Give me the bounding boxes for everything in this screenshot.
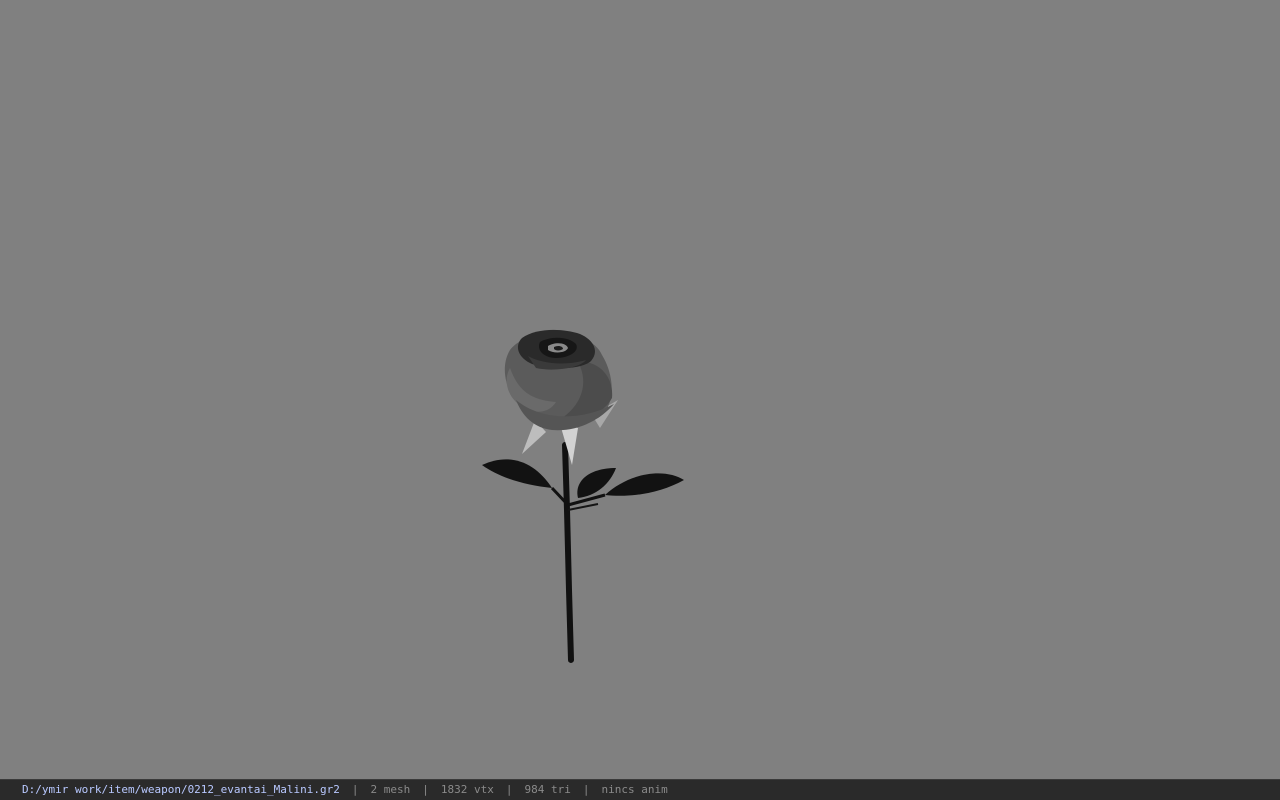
rose-model-icon <box>482 329 684 663</box>
status-separator: | <box>505 783 513 796</box>
status-bar: D:/ymir work/item/weapon/0212_evantai_Ma… <box>0 779 1280 800</box>
3d-viewport[interactable] <box>0 0 1280 779</box>
file-path: D:/ymir work/item/weapon/0212_evantai_Ma… <box>22 783 340 796</box>
vertex-count: 1832 vtx <box>440 783 494 796</box>
status-separator: | <box>351 783 359 796</box>
mesh-count: 2 mesh <box>370 783 411 796</box>
triangle-count: 984 tri <box>524 783 571 796</box>
status-separator: | <box>582 783 590 796</box>
animation-status: nincs anim <box>601 783 668 796</box>
status-separator: | <box>422 783 429 796</box>
